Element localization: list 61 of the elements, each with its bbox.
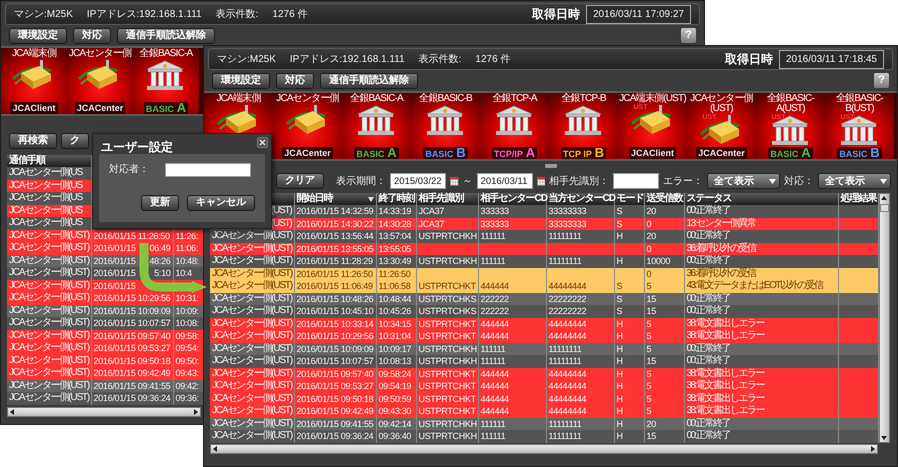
tile-label: JCAセンター側(UST) xyxy=(689,93,754,114)
table-cell: 111111 xyxy=(478,430,546,442)
table-cell: 2016/01/15 09:36:24 xyxy=(91,392,173,404)
logo-text: BASIC A xyxy=(768,147,813,159)
record-count-label: 表示件数: xyxy=(216,8,258,22)
tile-label: 全銀BASIC-A(UST) xyxy=(766,93,816,114)
table-cell: JCAセンター側(UST) xyxy=(210,430,294,442)
tile-label: 全銀BASIC-A xyxy=(140,48,192,59)
tile-label: 全銀BASIC-B xyxy=(419,93,472,104)
field-label: 対応者： xyxy=(109,162,149,177)
timestamp-label: 取得日時 xyxy=(532,6,580,23)
logo-text: BASIC A xyxy=(354,147,399,159)
tile-label: 全銀BASIC-B(UST) xyxy=(835,93,884,114)
table-cell: 2016/01/15 xyxy=(94,256,136,266)
tile-label: 全銀BASIC-A xyxy=(350,93,403,104)
dialog-title: ユーザー設定 xyxy=(101,140,173,154)
table-cell: H xyxy=(614,430,644,442)
tile-label: 全銀TCP-A xyxy=(492,93,537,104)
table-cell: 48:26 xyxy=(149,254,170,267)
logo-text: TCP IP B xyxy=(560,147,606,159)
timestamp-label: 取得日時 xyxy=(724,51,773,68)
table-cell: 2016/01/15 xyxy=(94,268,136,278)
ip-address-label: IPアドレス:192.168.1.111 xyxy=(86,8,202,22)
logo-text: JCAClient xyxy=(10,102,58,114)
table-cell: 00:正常終了 xyxy=(684,430,838,442)
table-cell: JCAセンター側(UST) xyxy=(7,392,91,404)
range-separator: ～ xyxy=(462,174,473,188)
table-cell: 09:36:40 xyxy=(376,430,416,442)
table-cell: USTPRTCHKH xyxy=(416,430,478,442)
field-label: 表示期間： xyxy=(336,174,386,188)
field-label: 対応： xyxy=(784,174,814,188)
table-cell: 11111111 xyxy=(546,430,614,442)
logo-text: TCP/IP A xyxy=(492,147,538,159)
record-count-label: 表示件数: xyxy=(418,52,462,66)
table-cell: 2016/01/15 xyxy=(94,243,136,254)
ip-address-label: IPアドレス:192.168.1.111 xyxy=(290,52,405,66)
record-count: 1276 件 xyxy=(475,52,510,66)
logo-text: BASIC B xyxy=(837,147,882,159)
tile-label: JCA端末側(UST) xyxy=(619,93,686,104)
logo-text: JCACenter xyxy=(282,147,333,159)
timestamp-field: 2016/03/11 17:18:45 xyxy=(778,50,884,68)
timestamp-field: 2016/03/11 17:09:27 xyxy=(586,4,691,24)
logo-text: JCACenter xyxy=(696,147,747,159)
tile-label: JCA端末側 xyxy=(216,93,261,104)
tile-label: JCA端末側 xyxy=(12,48,56,59)
tile-label: JCAセンター側 xyxy=(68,48,132,59)
record-count: 1276 件 xyxy=(272,8,308,22)
tile-label: JCAセンター側 xyxy=(276,93,339,104)
logo-text: BASIC B xyxy=(423,147,468,159)
table-cell: 06:49 xyxy=(149,242,170,254)
logo-text: BASIC A xyxy=(144,102,188,114)
table-cell: 5:10 xyxy=(154,267,170,280)
table-cell: 2016/01/15 09:36:24 xyxy=(294,430,376,442)
machine-label: マシン:M25K xyxy=(217,52,276,66)
table-cell: 15 xyxy=(644,430,684,442)
machine-label: マシン:M25K xyxy=(14,8,73,22)
field-label: 相手先識別： xyxy=(549,174,610,188)
logo-text: JCAClient xyxy=(628,147,676,159)
tile-label: 全銀TCP-B xyxy=(561,93,606,104)
field-label: エラー： xyxy=(663,174,704,188)
logo-text: JCACenter xyxy=(74,102,126,114)
